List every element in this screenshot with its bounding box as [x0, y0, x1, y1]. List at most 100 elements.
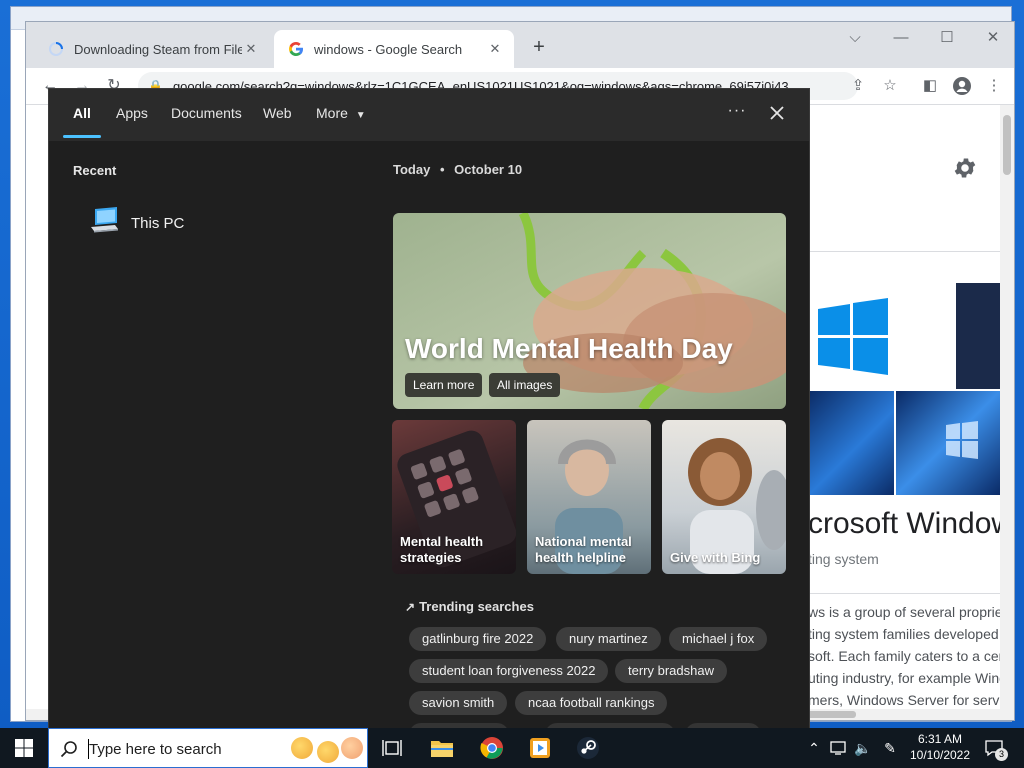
hero-card[interactable]: World Mental Health Day Learn more All i… [393, 213, 786, 409]
description-line: ws is a group of several proprie [808, 604, 1003, 620]
google-logo-icon [288, 41, 304, 57]
search-icon [59, 739, 79, 759]
windows-logo-image[interactable] [808, 283, 954, 389]
media-player-icon[interactable] [518, 728, 562, 768]
trending-chip[interactable]: gatlinburg fire 2022 [409, 627, 547, 651]
tab-title: windows - Google Search [314, 41, 463, 57]
tab-more-label: More [316, 105, 348, 121]
more-options-icon[interactable]: ··· [725, 101, 749, 125]
search-placeholder: Type here to search [89, 741, 222, 758]
trending-chip[interactable]: michael j fox [669, 627, 768, 651]
description-line: uting industry, for example Wind [808, 670, 1007, 686]
task-view-icon[interactable] [370, 728, 414, 768]
search-scope-nav: All Apps Documents Web More ▼ ··· [49, 89, 809, 141]
tab-web[interactable]: Web [263, 105, 292, 121]
tab-steam-download[interactable]: Downloading Steam from FileHo ✕ [34, 30, 270, 68]
hero-title: World Mental Health Day [405, 333, 733, 364]
smiling-emoji-icon[interactable] [317, 741, 339, 763]
new-tab-button[interactable]: + [526, 34, 552, 60]
windows-start-icon [15, 739, 33, 757]
card-give-with-bing[interactable]: Give with Bing [662, 420, 786, 574]
profile-avatar-icon[interactable] [948, 72, 976, 100]
taskbar-clock[interactable]: 6:31 AM 10/10/2022 [902, 731, 978, 763]
trending-chip[interactable]: savion smith [409, 691, 508, 715]
recent-heading: Recent [73, 163, 117, 178]
trending-chip[interactable]: ncaa football rankings [515, 691, 668, 715]
knowledge-panel-description: ws is a group of several proprie ting sy… [808, 601, 1007, 711]
pleading-emoji-icon[interactable] [341, 737, 363, 759]
show-hidden-icons-chevron[interactable]: ⌃ [804, 728, 824, 768]
card-caption-line: Mental health [400, 534, 484, 549]
chrome-icon[interactable] [470, 728, 514, 768]
card-caption-line: Give with Bing [670, 550, 761, 565]
volume-icon[interactable]: 🔈 [852, 728, 874, 768]
active-tab-indicator [63, 135, 101, 138]
scroll-thumb[interactable] [1003, 115, 1011, 175]
share-icon[interactable]: ⇪ [844, 72, 872, 100]
trending-chip[interactable]: terry bradshaw [615, 659, 727, 683]
card-national-mental-health-helpline[interactable]: National mental health helpline [527, 420, 651, 574]
network-icon[interactable] [828, 728, 850, 768]
start-button[interactable] [0, 728, 48, 768]
recent-item-this-pc[interactable]: This PC [89, 205, 184, 241]
tab-close-icon[interactable]: ✕ [242, 41, 260, 57]
tab-title: Downloading Steam from FileHo [74, 41, 242, 57]
recent-item-label: This PC [131, 214, 185, 232]
learn-more-button[interactable]: Learn more [405, 373, 483, 397]
card-caption: Mental health strategies [400, 534, 483, 566]
close-window-button[interactable]: ✕ [970, 24, 1016, 52]
card-caption-line: strategies [400, 550, 462, 565]
windows-wallpaper-image-2[interactable] [896, 391, 1000, 495]
description-line: soft. Each family caters to a cer [808, 648, 1004, 664]
card-caption: National mental health helpline [535, 534, 632, 566]
tab-all[interactable]: All [73, 105, 91, 121]
settings-gear-icon[interactable] [952, 155, 978, 181]
description-line: mers, Windows Server for serv [808, 692, 1000, 708]
card-caption: Give with Bing [670, 550, 760, 566]
description-line: ting system families developed [808, 626, 999, 642]
tab-apps[interactable]: Apps [116, 105, 148, 121]
close-icon[interactable] [765, 101, 789, 125]
vertical-scrollbar[interactable] [1000, 105, 1014, 720]
knowledge-panel-title: crosoft Window [808, 507, 1014, 540]
trending-chip[interactable]: student loan forgiveness 2022 [409, 659, 609, 683]
trending-heading: ↗ Trending searches [405, 599, 534, 614]
windows-wallpaper-image-1[interactable] [808, 391, 894, 495]
card-caption-line: health helpline [535, 550, 627, 565]
tab-documents[interactable]: Documents [171, 105, 242, 121]
tab-google-search[interactable]: windows - Google Search ✕ [274, 30, 514, 68]
caret-down-icon: ▼ [355, 110, 366, 121]
clock-time: 6:31 AM [917, 732, 963, 746]
knowledge-panel-subtitle: ting system [808, 551, 879, 567]
pen-workspace-icon[interactable]: ✎ [878, 728, 902, 768]
trending-label: Trending searches [419, 599, 534, 614]
separator-dot: • [439, 162, 445, 177]
maximize-button[interactable]: ☐ [924, 24, 970, 52]
divider [808, 593, 1014, 594]
trending-chip[interactable]: nury martinez [556, 627, 661, 651]
card-mental-health-strategies[interactable]: Mental health strategies [392, 420, 516, 574]
tab-search-chevron-icon[interactable]: ⌵ [832, 24, 878, 52]
bookmark-star-icon[interactable]: ☆ [876, 72, 904, 100]
windows-start-menu-image[interactable] [956, 283, 1000, 389]
computer-icon [89, 206, 119, 240]
minimize-button[interactable]: — [878, 24, 924, 52]
laughing-emoji-icon[interactable] [291, 737, 313, 759]
trending-arrow-icon: ↗ [405, 599, 416, 614]
steam-icon[interactable] [566, 728, 610, 768]
divider [808, 251, 1000, 252]
taskbar-search-box[interactable]: Type here to search [48, 728, 368, 768]
all-images-button[interactable]: All images [489, 373, 561, 397]
tab-strip: Downloading Steam from FileHo ✕ windows … [26, 22, 1014, 68]
browser-menu-icon[interactable]: ⋮ [980, 72, 1008, 100]
windows-search-flyout: All Apps Documents Web More ▼ ··· Recent… [48, 88, 810, 747]
file-explorer-icon[interactable] [420, 728, 464, 768]
notification-center-icon[interactable]: 3 [980, 728, 1008, 768]
tab-more[interactable]: More ▼ [316, 105, 366, 121]
scroll-thumb[interactable] [806, 711, 856, 718]
today-label: Today [393, 162, 431, 177]
tab-close-icon[interactable]: ✕ [486, 41, 504, 57]
loading-spinner-icon [48, 41, 64, 57]
today-header: Today • October 10 [393, 162, 522, 177]
side-panel-icon[interactable]: ◧ [916, 72, 944, 100]
